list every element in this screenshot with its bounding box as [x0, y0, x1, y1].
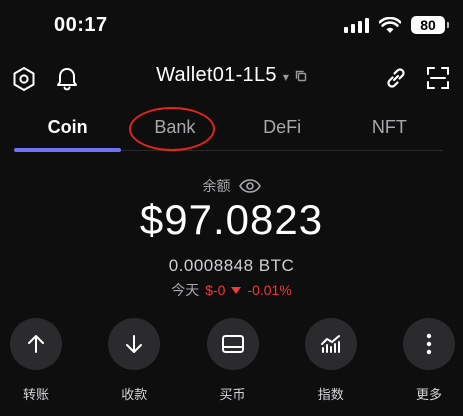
buy-button[interactable]: 买币 [206, 318, 259, 403]
scan-icon[interactable] [424, 64, 452, 92]
balance-btc: 0.0008848 BTC [168, 256, 295, 275]
signal-icon [344, 17, 369, 33]
transfer-label: 转账 [22, 387, 49, 402]
status-time: 00:17 [54, 14, 108, 36]
index-label: 指数 [317, 387, 344, 402]
index-button[interactable]: 指数 [304, 318, 357, 403]
tab-coin[interactable]: Coin [14, 108, 122, 152]
buy-label: 买币 [219, 387, 246, 402]
balance-label: 余额 [202, 178, 231, 194]
more-icon [403, 318, 455, 370]
transfer-button[interactable]: 转账 [10, 318, 62, 403]
chart-icon [304, 318, 357, 370]
action-bar: 转账 收款 买币 指数 更多 [0, 318, 463, 403]
balance-value: $97.0823 [139, 196, 324, 243]
triangle-down-icon [231, 286, 242, 294]
battery-indicator: 80 [411, 16, 449, 34]
card-icon [206, 318, 259, 370]
tab-nft[interactable]: NFT [336, 108, 443, 150]
balance-header: 余额 [0, 176, 463, 196]
eye-icon[interactable] [238, 179, 261, 193]
receive-label: 收款 [121, 387, 148, 402]
tab-defi[interactable]: DeFi [229, 108, 336, 150]
arrow-down-icon [108, 318, 161, 370]
change-label: 今天 [171, 282, 200, 298]
arrow-up-icon [10, 318, 62, 370]
status-icons: 80 [344, 16, 449, 34]
chevron-down-icon: ▾ [282, 69, 289, 84]
daily-change: 今天 $-0 -0.01% [0, 280, 463, 300]
wallet-name: Wallet01-1L5 [156, 64, 277, 86]
receive-button[interactable]: 收款 [108, 318, 161, 403]
wifi-icon [379, 16, 401, 33]
change-percent: -0.01% [247, 282, 292, 298]
asset-tabs: Coin Bank DeFi NFT [14, 108, 443, 152]
link-icon[interactable] [382, 64, 410, 92]
tab-bank[interactable]: Bank [121, 108, 228, 150]
change-amount: $-0 [205, 282, 226, 298]
more-button[interactable]: 更多 [403, 318, 455, 403]
more-label: 更多 [415, 387, 442, 402]
copy-icon[interactable] [295, 70, 307, 82]
